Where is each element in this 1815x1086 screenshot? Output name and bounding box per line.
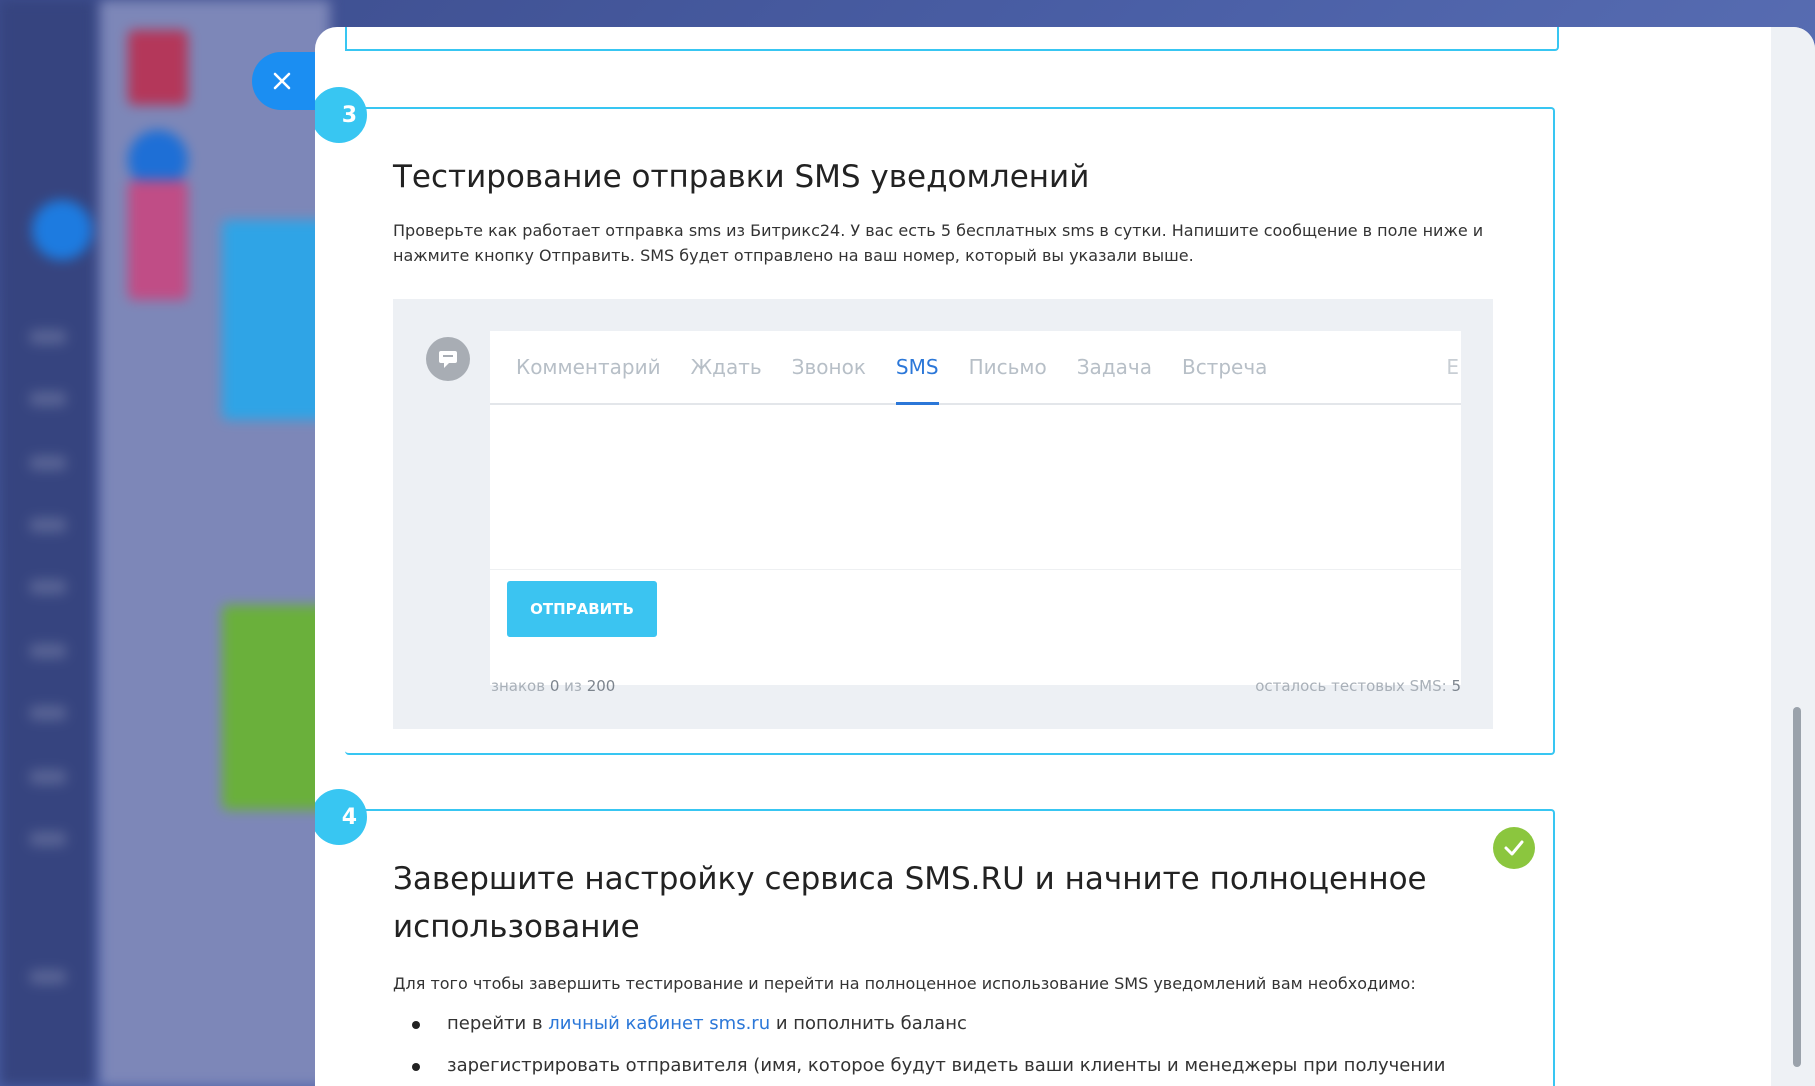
slider-content: 3 Тестирование отправки SMS уведомлений … [315, 27, 1570, 1086]
list-item: зарегистрировать отправителя (имя, котор… [412, 1055, 1446, 1076]
requirements-list: перейти в личный кабинет sms.ru и пополн… [345, 1011, 1446, 1086]
activity-tabs: Комментарий Ждать Звонок SMS Письмо Зада… [490, 331, 1461, 405]
tab-sms[interactable]: SMS [895, 331, 939, 405]
tab-call[interactable]: Звонок [792, 331, 866, 403]
list-item: перейти в личный кабинет sms.ru и пополн… [412, 1011, 1446, 1036]
step-description: Проверьте как работает отправка sms из Б… [393, 221, 1484, 265]
remaining-sms-counter: осталось тестовых SMS: 5 [1255, 677, 1461, 695]
sms-ru-account-link[interactable]: личный кабинет sms.ru [548, 1013, 770, 1034]
sms-message-input[interactable] [490, 405, 1461, 570]
scrollbar[interactable] [1793, 707, 1801, 1067]
step-intro: Для того чтобы завершить тестирование и … [393, 974, 1416, 993]
background-app [0, 0, 332, 1086]
tab-wait[interactable]: Ждать [691, 331, 762, 403]
close-icon [273, 72, 291, 90]
step-number-badge: 4 [315, 789, 367, 845]
tab-more[interactable]: Е [1446, 331, 1459, 403]
close-slider-button[interactable] [252, 52, 324, 110]
tab-task[interactable]: Задача [1077, 331, 1152, 403]
tab-email[interactable]: Письмо [969, 331, 1047, 403]
comment-icon [426, 337, 470, 381]
tab-comment[interactable]: Комментарий [516, 331, 661, 403]
char-counter: знаков 0 из 200 [491, 677, 616, 695]
sms-demo-area: Комментарий Ждать Звонок SMS Письмо Зада… [393, 299, 1493, 729]
settings-slider: 3 Тестирование отправки SMS уведомлений … [315, 27, 1815, 1086]
step-finish-setup: 4 Завершите настройку сервиса SMS.RU и н… [315, 789, 1555, 1086]
step-number-badge: 3 [315, 87, 367, 143]
sms-editor: Комментарий Ждать Звонок SMS Письмо Зада… [490, 331, 1461, 685]
checkmark-icon [1493, 827, 1535, 869]
step-sms-test: 3 Тестирование отправки SMS уведомлений … [315, 87, 1555, 755]
background-sidebar [0, 0, 95, 1086]
send-sms-button[interactable]: ОТПРАВИТЬ [507, 581, 657, 637]
step-title: Завершите настройку сервиса SMS.RU и нач… [393, 861, 1427, 945]
tab-meeting[interactable]: Встреча [1182, 331, 1267, 403]
previous-step-border [345, 27, 1559, 51]
step-title: Тестирование отправки SMS уведомлений [393, 159, 1090, 195]
